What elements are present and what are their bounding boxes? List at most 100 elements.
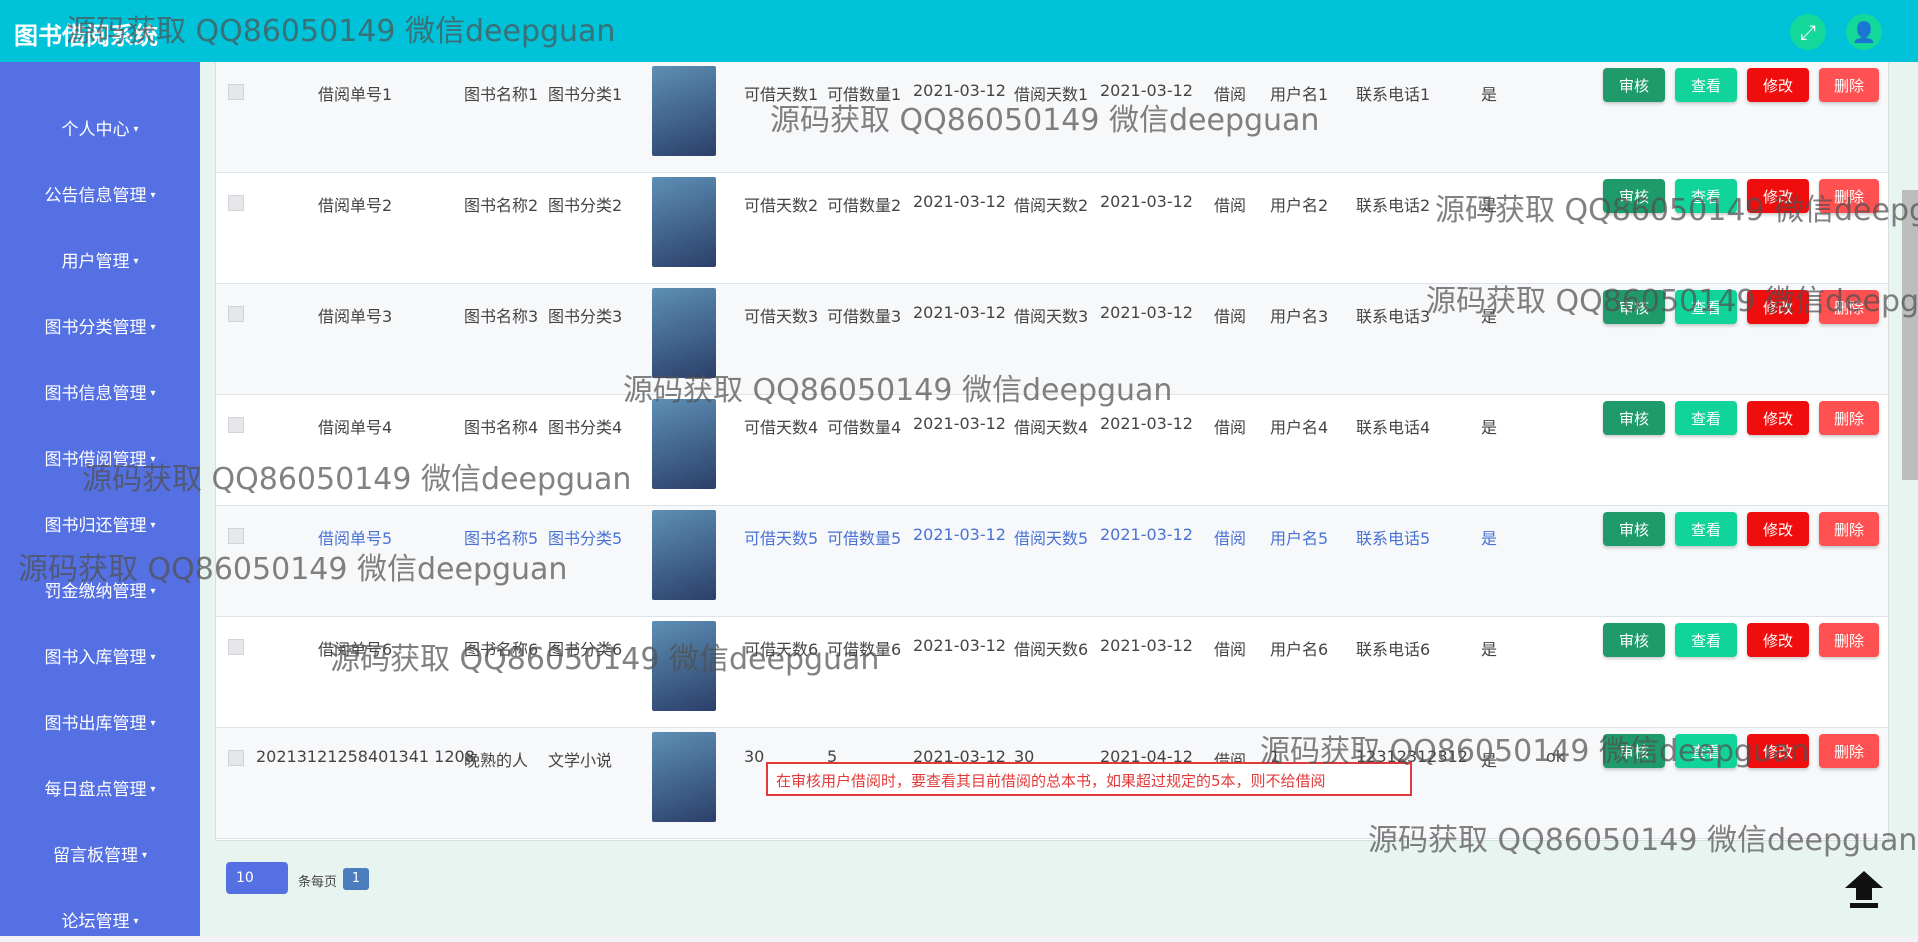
delete-button[interactable]: 删除: [1819, 734, 1879, 768]
cell-category: 图书分类2: [548, 196, 623, 215]
app-title: 图书借阅系统: [14, 22, 158, 50]
sidebar: 个人中心 ▾ 公告信息管理 ▾ 用户管理 ▾ 图书分类管理 ▾ 图书信息管理 ▾ 图书借阅…: [0, 62, 200, 936]
sidebar-item-fines[interactable]: 罚金缴纳管理 ▾: [0, 572, 200, 612]
cell-user: 用户名1: [1270, 85, 1329, 104]
cell-date2: 2021-03-12: [1100, 636, 1193, 655]
sidebar-item-book-categories[interactable]: 图书分类管理 ▾: [0, 308, 200, 348]
cell-date2: 2021-03-12: [1100, 414, 1193, 433]
cell-qty-allowed: 可借数量5: [827, 529, 902, 548]
sidebar-item-stock-out[interactable]: 图书出库管理 ▾: [0, 704, 200, 744]
cell-approved: 是: [1481, 307, 1498, 326]
cell-name: 图书名称2: [464, 196, 539, 215]
cell-phone: 联系电话1: [1356, 85, 1431, 104]
cell-id: 借阅单号2: [318, 196, 393, 215]
view-button[interactable]: 查看: [1675, 68, 1737, 102]
audit-button[interactable]: 审核: [1603, 512, 1665, 546]
cell-name: 图书名称1: [464, 85, 539, 104]
cell-qty-allowed: 可借数量6: [827, 640, 902, 659]
delete-button[interactable]: 删除: [1819, 68, 1879, 102]
cell-status: 借阅: [1214, 307, 1247, 326]
cell-approved: 是: [1481, 418, 1498, 437]
cell-date1: 2021-03-12: [913, 192, 1006, 211]
audit-button[interactable]: 审核: [1603, 734, 1665, 768]
sidebar-item-borrow[interactable]: 图书借阅管理 ▾: [0, 440, 200, 480]
delete-button[interactable]: 删除: [1819, 179, 1879, 213]
sidebar-item-profile[interactable]: 个人中心 ▾: [0, 110, 200, 150]
edit-button[interactable]: 修改: [1747, 734, 1809, 768]
row-checkbox[interactable]: [228, 528, 244, 544]
cell-qty-allowed: 可借数量4: [827, 418, 902, 437]
cell-qty-allowed: 可借数量3: [827, 307, 902, 326]
cell-user: 用户名2: [1270, 196, 1329, 215]
audit-button[interactable]: 审核: [1603, 290, 1665, 324]
delete-button[interactable]: 删除: [1819, 401, 1879, 435]
sidebar-item-announcements[interactable]: 公告信息管理 ▾: [0, 176, 200, 216]
edit-button[interactable]: 修改: [1747, 179, 1809, 213]
edit-button[interactable]: 修改: [1747, 623, 1809, 657]
cell-borrow-days: 借阅天数6: [1014, 640, 1089, 659]
audit-button[interactable]: 审核: [1603, 401, 1665, 435]
cell-phone: 联系电话6: [1356, 640, 1431, 659]
page-size-label: 条每页: [298, 875, 338, 890]
delete-button[interactable]: 删除: [1819, 512, 1879, 546]
table-row: 借阅单号5 图书名称5 图书分类5 可借天数5 可借数量5 2021-03-12 借阅天数5…: [216, 506, 1888, 617]
book-cover-image: [652, 66, 716, 156]
audit-button[interactable]: 审核: [1603, 179, 1665, 213]
edit-button[interactable]: 修改: [1747, 512, 1809, 546]
sidebar-item-book-info[interactable]: 图书信息管理 ▾: [0, 374, 200, 414]
row-checkbox[interactable]: [228, 306, 244, 322]
cell-borrow-days: 借阅天数1: [1014, 85, 1089, 104]
fullscreen-icon[interactable]: ⤢: [1790, 14, 1826, 50]
current-page[interactable]: 1: [343, 868, 369, 890]
audit-button[interactable]: 审核: [1603, 623, 1665, 657]
edit-button[interactable]: 修改: [1747, 290, 1809, 324]
view-button[interactable]: 查看: [1675, 623, 1737, 657]
cell-id: 借阅单号1: [318, 85, 393, 104]
cell-date2: 2021-03-12: [1100, 525, 1193, 544]
cell-category: 文学小说: [548, 751, 613, 770]
cell-name: 图书名称6: [464, 640, 539, 659]
table-row: 借阅单号1 图书名称1 图书分类1 可借天数1 可借数量1 2021-03-12 借阅天数1…: [216, 62, 1888, 173]
view-button[interactable]: 查看: [1675, 512, 1737, 546]
table-row: 借阅单号3 图书名称3 图书分类3 可借天数3 可借数量3 2021-03-12 借阅天数3…: [216, 284, 1888, 395]
cell-category: 图书分类5: [548, 529, 623, 548]
edit-button[interactable]: 修改: [1747, 68, 1809, 102]
sidebar-item-inventory[interactable]: 每日盘点管理 ▾: [0, 770, 200, 810]
cell-date2: 2021-03-12: [1100, 192, 1193, 211]
delete-button[interactable]: 删除: [1819, 290, 1879, 324]
row-checkbox[interactable]: [228, 750, 244, 766]
cell-category: 图书分类1: [548, 85, 623, 104]
edit-button[interactable]: 修改: [1747, 401, 1809, 435]
cell-borrow-days: 借阅天数5: [1014, 529, 1089, 548]
cell-days-allowed: 30: [744, 747, 765, 766]
cell-date1: 2021-03-12: [913, 636, 1006, 655]
delete-button[interactable]: 删除: [1819, 623, 1879, 657]
sidebar-item-users[interactable]: 用户管理 ▾: [0, 242, 200, 282]
sidebar-item-stock-in[interactable]: 图书入库管理 ▾: [0, 638, 200, 678]
cell-days-allowed: 可借天数4: [744, 418, 819, 437]
view-button[interactable]: 查看: [1675, 734, 1737, 768]
row-checkbox[interactable]: [228, 639, 244, 655]
cell-date1: 2021-03-12: [913, 414, 1006, 433]
scroll-top-icon[interactable]: [1838, 864, 1890, 916]
scrollbar-thumb[interactable]: [1902, 190, 1918, 480]
page-size-select[interactable]: 10: [226, 862, 288, 894]
cell-status: 借阅: [1214, 640, 1247, 659]
cell-borrow-days: 借阅天数2: [1014, 196, 1089, 215]
view-button[interactable]: 查看: [1675, 401, 1737, 435]
sidebar-item-return[interactable]: 图书归还管理 ▾: [0, 506, 200, 546]
view-button[interactable]: 查看: [1675, 290, 1737, 324]
cell-phone: 联系电话2: [1356, 196, 1431, 215]
sidebar-item-forum[interactable]: 论坛管理 ▾: [0, 902, 200, 942]
view-button[interactable]: 查看: [1675, 179, 1737, 213]
user-icon[interactable]: 👤: [1846, 14, 1882, 50]
cell-id: 借阅单号5: [318, 529, 393, 548]
sidebar-item-messages[interactable]: 留言板管理 ▾: [0, 836, 200, 876]
row-checkbox[interactable]: [228, 195, 244, 211]
cell-qty-allowed: 可借数量2: [827, 196, 902, 215]
cell-id: 20213121258401341 1208: [256, 747, 475, 766]
row-checkbox[interactable]: [228, 417, 244, 433]
cell-date1: 2021-03-12: [913, 525, 1006, 544]
row-checkbox[interactable]: [228, 84, 244, 100]
audit-button[interactable]: 审核: [1603, 68, 1665, 102]
